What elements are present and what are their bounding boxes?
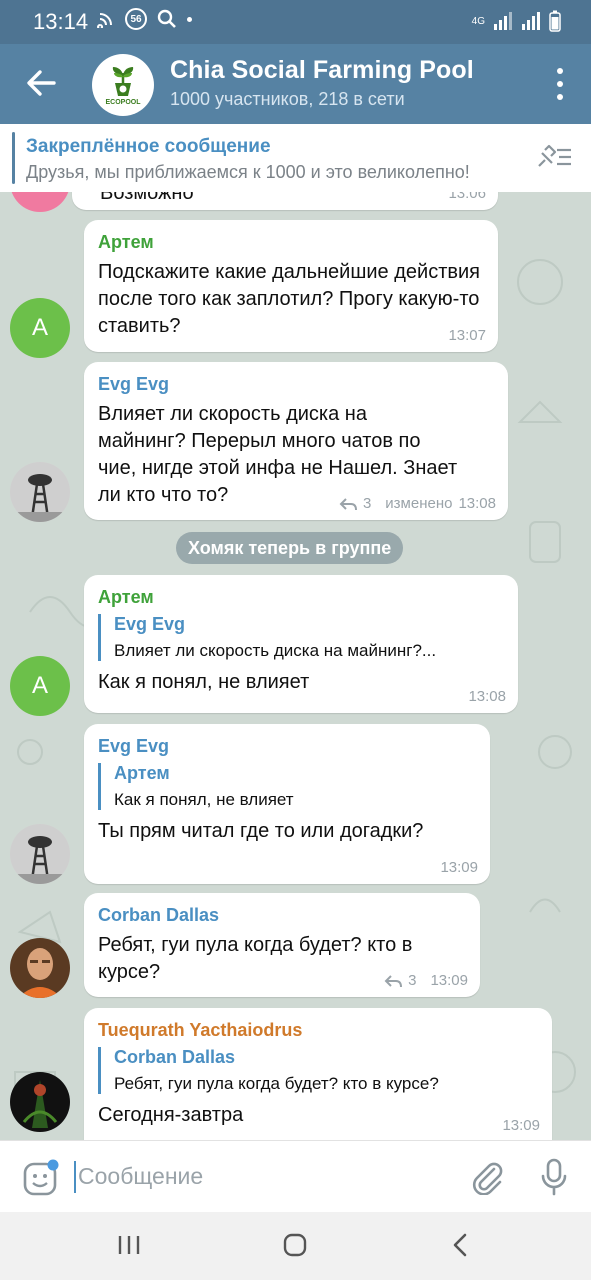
message-meta: 13:07 — [448, 327, 486, 344]
network-type: 4G — [471, 15, 485, 27]
message-meta: 13:06 — [448, 192, 486, 202]
reply-count-icon[interactable] — [384, 974, 403, 988]
status-left-icons: 56 — [97, 8, 192, 30]
message-text: Ты прям читал где то или догадки? — [98, 820, 424, 842]
message-meta: 3 13:09 — [384, 972, 468, 989]
chat-header: ECOPOOL Chia Social Farming Pool 1000 уч… — [0, 44, 591, 124]
message-text: Сегодня-завтра — [98, 1104, 244, 1126]
sticker-emoji-icon[interactable] — [22, 1159, 60, 1197]
tower-photo-icon — [10, 462, 70, 522]
chat-title[interactable]: Chia Social Farming Pool — [170, 56, 474, 85]
message-time: 13:09 — [430, 972, 468, 989]
text-caret — [74, 1161, 76, 1193]
message-time: 13:08 — [468, 688, 506, 705]
search-icon — [157, 9, 176, 28]
reply-quote[interactable]: Evg Evg Влияет ли скорость диска на майн… — [98, 614, 504, 661]
quote-text: Влияет ли скорость диска на майнинг?... — [114, 641, 437, 660]
message-author[interactable]: Corban Dallas — [98, 905, 466, 926]
notification-badge-icon: 56 — [125, 8, 147, 30]
signal-icon — [494, 12, 512, 30]
status-bar: 13:14 56 4G — [0, 0, 591, 44]
message-meta: 13:09 — [502, 1117, 540, 1134]
microphone-icon[interactable] — [538, 1157, 570, 1197]
system-navigation-bar — [0, 1212, 591, 1280]
dot-icon — [187, 16, 192, 22]
quote-text: Как я понял, не влияет — [114, 790, 294, 809]
message-list[interactable]: Возможно 13:06 A Артем Подскажите какие … — [0, 192, 591, 1140]
message-time: 13:08 — [458, 495, 496, 512]
user-avatar[interactable]: A — [10, 656, 70, 716]
message-author[interactable]: Артем — [98, 587, 504, 608]
message-bubble[interactable]: Tuequrath Yacthaiodrus Corban Dallas Реб… — [84, 1008, 552, 1140]
message-meta: 13:08 — [468, 688, 506, 705]
home-icon[interactable] — [282, 1232, 308, 1258]
user-avatar[interactable] — [10, 824, 70, 884]
service-message: Хомяк теперь в группе — [176, 532, 404, 564]
more-menu-icon[interactable] — [553, 68, 567, 100]
clock: 13:14 — [33, 9, 89, 34]
quote-author: Corban Dallas — [114, 1047, 236, 1067]
plant-logo-icon — [112, 66, 134, 96]
message-time: 13:07 — [448, 327, 486, 344]
message-meta: 3 изменено 13:08 — [339, 495, 496, 512]
pinned-text: Друзья, мы приближаемся к 1000 и это вел… — [26, 162, 470, 182]
message-bubble[interactable]: Артем Evg Evg Влияет ли скорость диска н… — [84, 575, 518, 713]
tower-photo-icon — [10, 824, 70, 884]
pinned-message[interactable]: Закреплённое сообщение Друзья, мы прибли… — [0, 124, 591, 192]
message-author[interactable]: Артем — [98, 232, 484, 253]
quote-author: Артем — [114, 763, 170, 783]
reply-quote[interactable]: Артем Как я понял, не влияет — [98, 763, 476, 810]
pin-list-icon[interactable] — [535, 144, 573, 170]
user-avatar[interactable]: A — [10, 298, 70, 358]
message-bubble[interactable]: Evg Evg Артем Как я понял, не влияет Ты … — [84, 724, 490, 884]
status-right-icons: 4G — [472, 10, 561, 32]
user-avatar[interactable] — [10, 462, 70, 522]
chat-subtitle: 1000 участников, 218 в сети — [170, 89, 405, 109]
message-text: Как я понял, не влияет — [98, 671, 310, 693]
back-arrow-icon[interactable] — [24, 66, 58, 100]
reply-count-icon[interactable] — [339, 497, 357, 511]
reply-quote[interactable]: Corban Dallas Ребят, гуи пула когда буде… — [98, 1047, 538, 1094]
wifi-call-icon — [97, 13, 112, 28]
back-nav-icon[interactable] — [448, 1232, 474, 1258]
group-avatar[interactable]: ECOPOOL — [92, 54, 154, 116]
quote-text: Ребят, гуи пула когда будет? кто в курсе… — [114, 1074, 439, 1093]
message-text: Возможно — [100, 192, 194, 204]
message-input[interactable]: Сообщение — [78, 1163, 203, 1190]
user-photo-icon — [10, 1072, 70, 1132]
message-author[interactable]: Tuequrath Yacthaiodrus — [98, 1020, 538, 1041]
message-time: 13:09 — [440, 859, 478, 876]
pinned-title: Закреплённое сообщение — [26, 136, 271, 157]
message-text: Подскажите какие дальнейшие действия пос… — [98, 261, 480, 337]
message-author[interactable]: Evg Evg — [98, 736, 476, 757]
message-meta: 13:09 — [440, 859, 478, 876]
message-bubble[interactable]: Возможно 13:06 — [72, 192, 498, 210]
message-text: Влияет ли скорость диска на майнинг? Пер… — [98, 403, 458, 506]
battery-icon — [549, 10, 561, 32]
message-author[interactable]: Evg Evg — [98, 374, 494, 395]
edited-label: изменено — [385, 495, 453, 512]
quote-author: Evg Evg — [114, 614, 186, 634]
message-bubble[interactable]: Evg Evg Влияет ли скорость диска на майн… — [84, 362, 508, 520]
user-avatar[interactable] — [10, 938, 70, 998]
message-bubble[interactable]: Артем Подскажите какие дальнейшие действ… — [84, 220, 498, 352]
reply-count[interactable]: 3 — [408, 972, 416, 989]
reply-count[interactable]: 3 — [363, 495, 371, 512]
user-photo-icon — [10, 938, 70, 998]
message-time: 13:06 — [448, 192, 486, 202]
logo-text: ECOPOOL — [105, 98, 141, 106]
recent-apps-icon[interactable] — [116, 1232, 142, 1258]
message-input-bar: Сообщение — [0, 1140, 591, 1212]
signal-icon-2 — [522, 12, 540, 30]
message-time: 13:09 — [502, 1117, 540, 1134]
message-bubble[interactable]: Corban Dallas Ребят, гуи пула когда буде… — [84, 893, 480, 997]
pinned-indicator — [12, 132, 15, 184]
user-avatar[interactable] — [10, 1072, 70, 1132]
attach-icon[interactable] — [470, 1159, 506, 1195]
